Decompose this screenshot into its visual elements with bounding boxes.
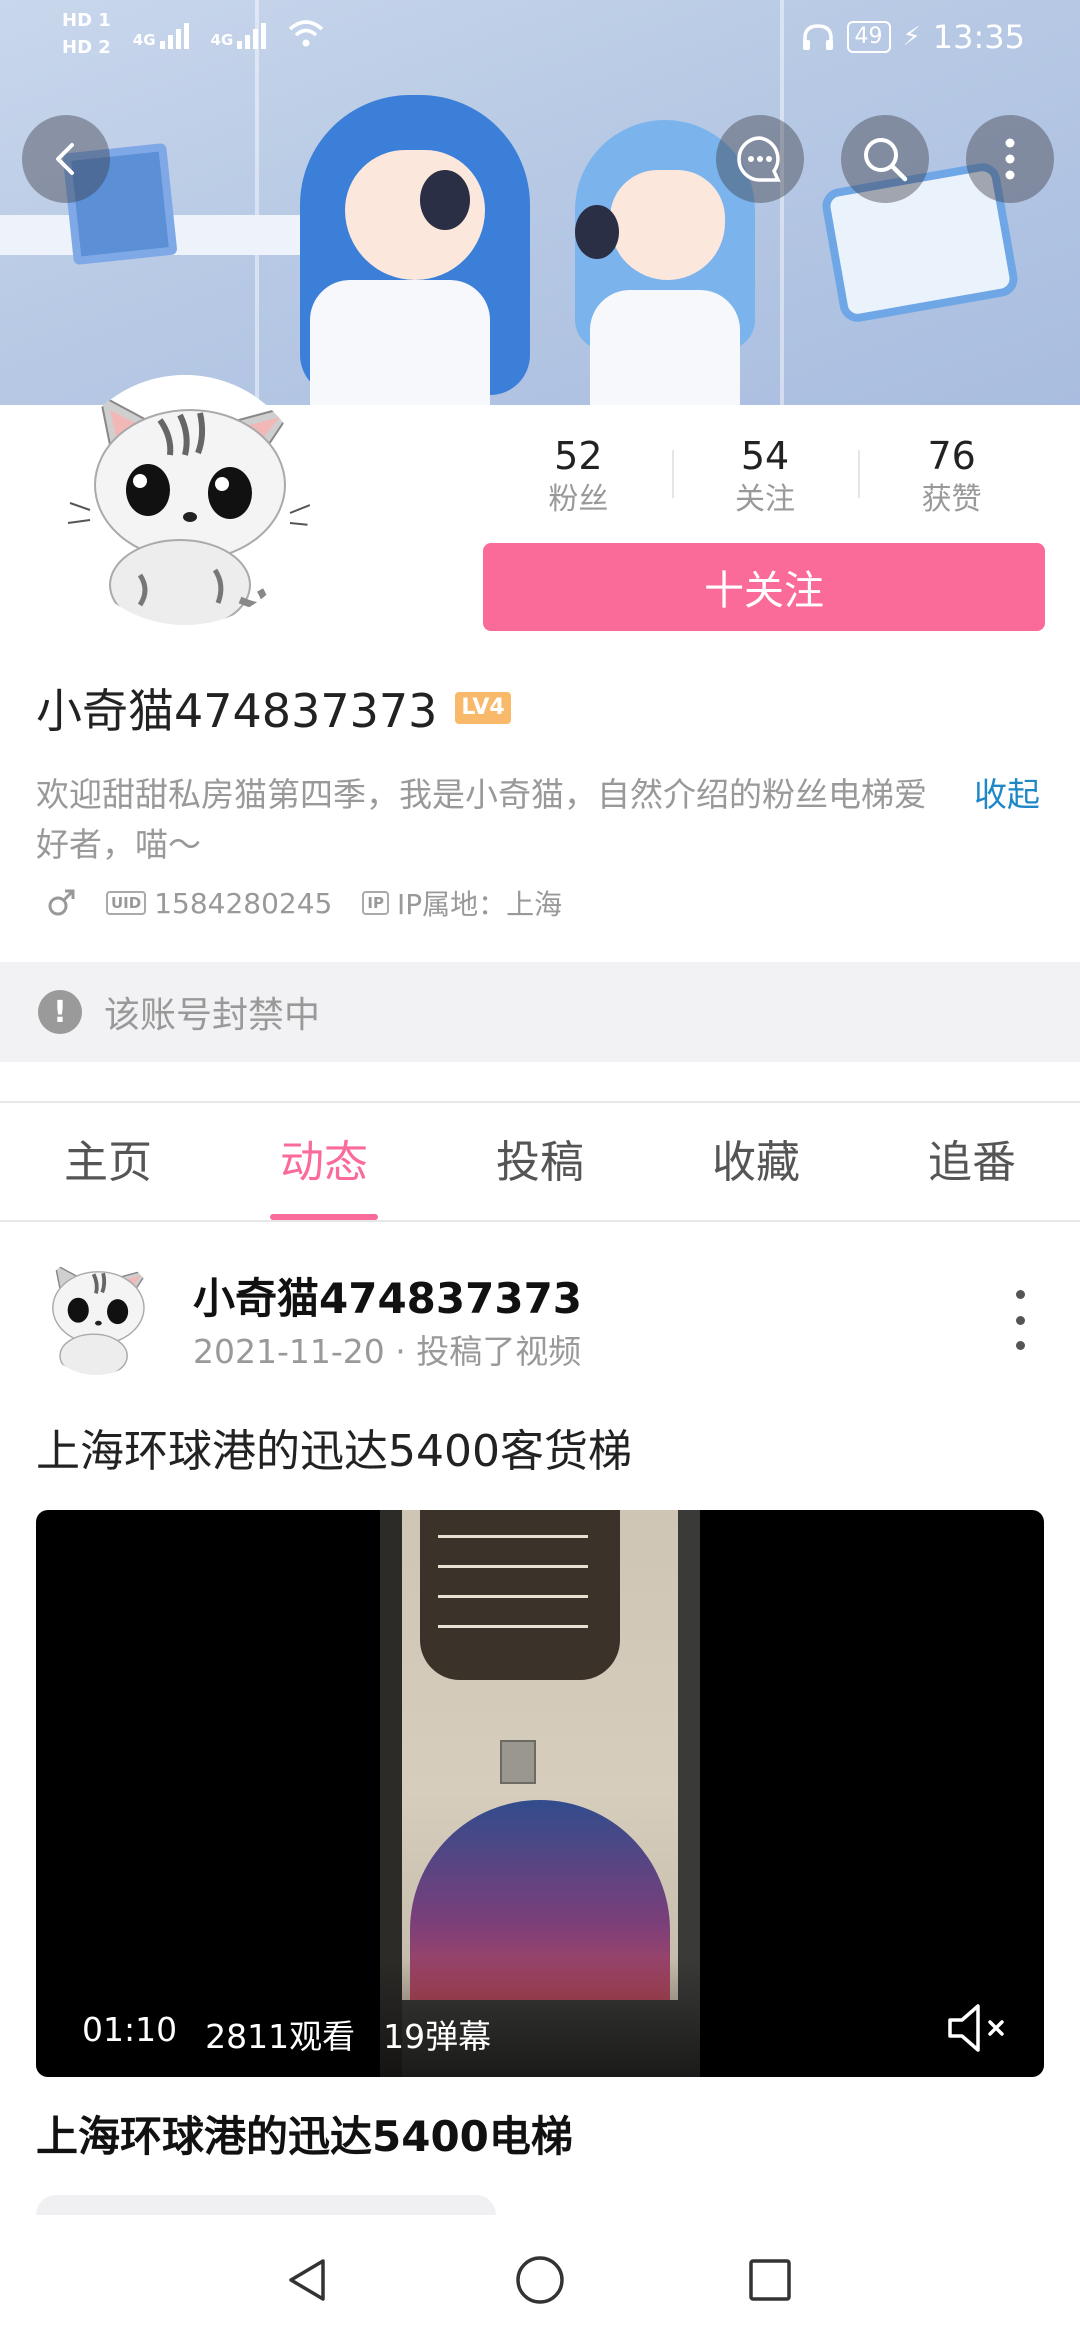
tab-home[interactable]: 主页 [0, 1105, 216, 1220]
profile-stats: 52 粉丝 54 关注 76 获赞 [485, 432, 1045, 522]
signal1-icon [159, 19, 189, 49]
tab-dynamics[interactable]: 动态 [216, 1105, 432, 1220]
back-button[interactable] [22, 115, 110, 203]
level-badge: LV4 [455, 692, 511, 724]
video-player[interactable]: 01:10 2811观看 19弹幕 [36, 1510, 1044, 2077]
chat-bubble-icon [737, 136, 781, 182]
signal2-icon [237, 19, 267, 49]
wifi-icon [289, 20, 324, 47]
cat-avatar-image [60, 375, 310, 625]
post-author-name[interactable]: 小奇猫474837373 [193, 1265, 582, 1326]
headphones-icon [802, 24, 833, 50]
ban-notice-text: 该账号封禁中 [104, 995, 321, 1036]
collapse-bio-link[interactable]: 收起 [974, 770, 1040, 820]
cat-avatar-small-image [36, 1255, 156, 1375]
more-vertical-icon [1005, 138, 1015, 180]
clock: 13:35 [932, 18, 1025, 56]
tab-uploads[interactable]: 投稿 [432, 1105, 648, 1220]
fans-count: 52 [554, 434, 603, 478]
back-icon [56, 143, 74, 175]
uid-icon: UID [106, 891, 147, 915]
warning-icon: ! [38, 990, 82, 1034]
search-button[interactable] [841, 115, 929, 203]
likes-label: 获赞 [921, 482, 982, 517]
likes-count: 76 [927, 434, 976, 478]
profile-meta: UID 1584280245 IP IP属地：上海 [46, 883, 562, 923]
search-icon [864, 138, 908, 182]
ip-icon: IP [362, 891, 389, 915]
system-navigation-bar [0, 2215, 1080, 2340]
stat-fans[interactable]: 52 粉丝 [485, 432, 672, 522]
post-more-icon[interactable] [1000, 1290, 1040, 1350]
status-bar: HD 1 HD 2 4G 4G 49 ⚡ 13:35 [0, 0, 1080, 75]
nav-home-icon [516, 2256, 564, 2304]
tabs-divider [0, 1220, 1080, 1222]
video-duration: 01:10 [82, 2010, 178, 2049]
sim1-label: HD 1 [62, 10, 111, 31]
following-count: 54 [740, 434, 790, 478]
nav-back-icon [289, 2259, 325, 2301]
battery-indicator: 49 [846, 21, 891, 53]
stat-following[interactable]: 54 关注 [671, 432, 859, 522]
video-danmaku: 19弹幕 [383, 2017, 492, 2056]
nav-recents-icon [749, 2259, 791, 2301]
more-button[interactable] [966, 115, 1054, 203]
tab-bangumi[interactable]: 追番 [864, 1105, 1080, 1220]
profile-tabs: 主页 动态 投稿 收藏 追番 [0, 1105, 1080, 1220]
uid-item: UID 1584280245 [106, 887, 332, 920]
network1-label: 4G [132, 31, 156, 49]
charging-icon: ⚡ [902, 22, 921, 52]
next-card-peek [36, 2195, 496, 2215]
gender-male-icon [46, 888, 76, 918]
sim2-label: HD 2 [62, 37, 111, 58]
ban-notice: ! 该账号封禁中 [0, 962, 1080, 1062]
username-row: 小奇猫474837373 LV4 [36, 675, 511, 741]
follow-button[interactable]: 十关注 [483, 543, 1045, 631]
post-date: 2021-11-20 · 投稿了视频 [193, 1332, 582, 1371]
video-info: 01:10 2811观看 19弹幕 [82, 2010, 491, 2058]
ip-location: IP属地：上海 [396, 888, 563, 921]
avatar[interactable] [60, 375, 310, 625]
ip-item: IP IP属地：上海 [362, 883, 562, 923]
username: 小奇猫474837373 [36, 684, 438, 738]
fans-label: 粉丝 [548, 482, 609, 517]
mute-icon[interactable] [944, 1998, 1014, 2058]
divider [0, 1101, 1080, 1103]
bio-text: 欢迎甜甜私房猫第四季，我是小奇猫，自然介绍的粉丝电梯爱好者，喵～ [36, 775, 927, 864]
following-label: 关注 [735, 482, 795, 517]
network2-label: 4G [210, 31, 234, 49]
post-author-avatar[interactable] [36, 1255, 156, 1375]
uid-value: 1584280245 [154, 886, 333, 920]
post-title: 上海环球港的迅达5400客货梯 [36, 1426, 632, 1477]
nav-recents-button[interactable] [735, 2245, 805, 2315]
video-title[interactable]: 上海环球港的迅达5400电梯 [36, 2103, 573, 2164]
nav-home-button[interactable] [505, 2245, 575, 2315]
stat-likes[interactable]: 76 获赞 [858, 432, 1045, 522]
message-button[interactable] [716, 115, 804, 203]
video-views: 2811观看 [205, 2017, 356, 2056]
nav-back-button[interactable] [273, 2245, 343, 2315]
tab-favorites[interactable]: 收藏 [648, 1105, 864, 1220]
